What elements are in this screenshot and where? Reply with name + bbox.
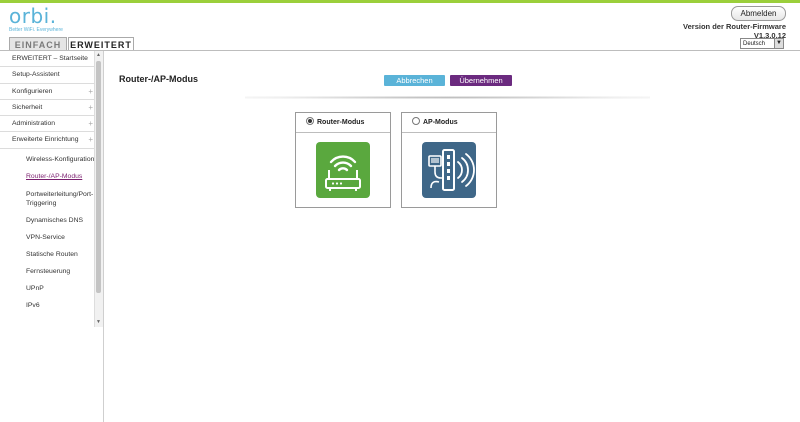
subitem-port-forwarding[interactable]: Portweiterleitung/Port-Triggering	[0, 190, 93, 208]
scroll-thumb[interactable]	[96, 61, 101, 293]
sidebar-item-label: ERWEITERT – Startseite	[12, 55, 88, 62]
router-mode-header[interactable]: Router-Modus	[296, 113, 390, 133]
router-icon	[316, 142, 370, 198]
expand-plus-icon[interactable]: +	[88, 132, 93, 148]
title-divider	[245, 96, 650, 99]
firmware-label: Version der Router-Firmware	[683, 22, 786, 31]
ap-mode-option[interactable]: AP-Modus	[401, 112, 497, 208]
sidebar-scrollbar[interactable]: ▲ ▼	[94, 51, 103, 327]
expand-plus-icon[interactable]: +	[88, 84, 93, 100]
sidebar-item-administration[interactable]: Administration +	[0, 116, 103, 133]
sidebar-item-label: Konfigurieren	[12, 87, 53, 95]
router-mode-radio[interactable]	[306, 117, 314, 125]
router-icon-graphic	[325, 155, 361, 191]
logo-tagline: Better WiFi. Everywhere	[9, 27, 63, 33]
subitem-remote-control[interactable]: Fernsteuerung	[0, 267, 103, 276]
apply-button[interactable]: Übernehmen	[450, 75, 512, 86]
expand-plus-icon[interactable]: +	[88, 100, 93, 116]
sidebar-item-advanced-setup[interactable]: Erweiterte Einrichtung +	[0, 132, 103, 149]
subitem-upnp[interactable]: UPnP	[0, 284, 103, 293]
router-mode-option[interactable]: Router-Modus	[295, 112, 391, 208]
sidebar-item-security[interactable]: Sicherheit +	[0, 100, 103, 117]
language-select[interactable]: Deutsch ▼	[740, 38, 784, 49]
scroll-down-icon[interactable]: ▼	[96, 319, 101, 325]
subitem-vpn-service[interactable]: VPN-Service	[0, 233, 103, 242]
scroll-up-icon[interactable]: ▲	[96, 52, 101, 58]
advanced-setup-submenu: Wireless-Konfiguration Router-/AP-Modus …	[0, 149, 103, 310]
language-selected-value: Deutsch	[743, 41, 766, 47]
tab-advanced[interactable]: ERWEITERT	[68, 37, 134, 50]
access-point-icon	[422, 142, 476, 198]
access-point-icon-graphic	[428, 149, 475, 191]
sidebar-item-configure[interactable]: Konfigurieren +	[0, 84, 103, 100]
sidebar-border	[103, 327, 104, 422]
sidebar-item-label: Administration	[12, 120, 56, 128]
orbi-logo: orbi. Better WiFi. Everywhere	[9, 6, 63, 33]
cancel-button[interactable]: Abbrechen	[384, 75, 445, 86]
header-accent-line	[0, 0, 800, 3]
logout-button[interactable]: Abmelden	[731, 6, 786, 21]
chevron-down-icon[interactable]: ▼	[774, 39, 783, 48]
sidebar-item-setup-wizard[interactable]: Setup-Assistent	[0, 67, 103, 84]
page-title: Router-/AP-Modus	[119, 74, 198, 84]
expand-plus-icon[interactable]: +	[88, 116, 93, 132]
tab-basic[interactable]: EINFACH	[9, 37, 67, 50]
sidebar-item-label: Setup-Assistent	[12, 71, 60, 79]
subitem-wireless-config[interactable]: Wireless-Konfiguration	[0, 155, 103, 164]
router-mode-label: Router-Modus	[317, 119, 365, 126]
ap-mode-label: AP-Modus	[423, 119, 458, 126]
subitem-router-ap-mode[interactable]: Router-/AP-Modus	[0, 172, 103, 181]
sidebar-nav: ERWEITERT – Startseite Setup-Assistent K…	[0, 51, 104, 327]
subitem-ipv6[interactable]: IPv6	[0, 301, 103, 310]
subitem-dynamic-dns[interactable]: Dynamisches DNS	[0, 216, 103, 225]
subitem-static-routes[interactable]: Statische Routen	[0, 250, 103, 259]
sidebar-item-advanced-home[interactable]: ERWEITERT – Startseite	[0, 51, 103, 68]
sidebar-item-label: Erweiterte Einrichtung	[12, 136, 79, 144]
header-divider	[0, 50, 800, 51]
ap-mode-radio[interactable]	[412, 117, 420, 125]
ap-mode-header[interactable]: AP-Modus	[402, 113, 496, 133]
logo-text: orbi.	[9, 4, 57, 28]
sidebar-item-label: Sicherheit	[12, 103, 43, 111]
